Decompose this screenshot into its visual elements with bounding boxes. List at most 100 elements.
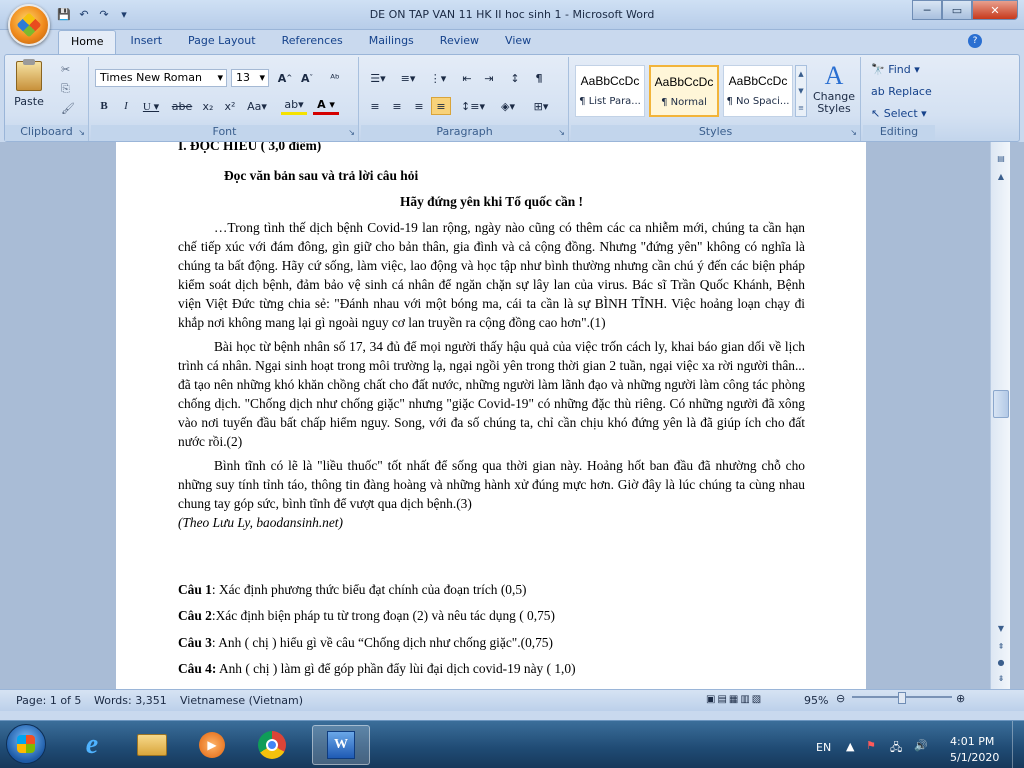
zoom-slider-thumb[interactable] <box>898 692 906 704</box>
dialog-launcher-icon[interactable]: ↘ <box>558 128 565 137</box>
italic-button[interactable]: I <box>117 97 135 115</box>
document-page[interactable]: I. ĐỌC HIỂU ( 3,0 điểm) Đọc văn bản sau … <box>116 142 866 689</box>
show-hide-button[interactable]: ¶ <box>529 69 549 87</box>
chrome-icon[interactable] <box>246 725 298 765</box>
scroll-down-icon[interactable]: ▼ <box>993 620 1009 636</box>
align-center-button[interactable]: ≡ <box>387 97 407 115</box>
dialog-launcher-icon[interactable]: ↘ <box>78 128 85 137</box>
find-button[interactable]: 🔭 Find ▾ <box>871 63 920 76</box>
dialog-launcher-icon[interactable]: ↘ <box>348 128 355 137</box>
change-case-button[interactable]: Aa▾ <box>245 97 269 115</box>
passage-title: Hãy đứng yên khi Tổ quốc cần ! <box>399 194 584 209</box>
zoom-level[interactable]: 95% <box>804 694 828 707</box>
word-taskbar-icon[interactable]: W <box>312 725 370 765</box>
style-name: ¶ No Spaci... <box>726 96 790 107</box>
font-color-button[interactable]: A ▾ <box>313 97 339 115</box>
style-list-paragraph[interactable]: AaBbCcDc ¶ List Para... <box>575 65 645 117</box>
clock-time[interactable]: 4:01 PM <box>950 735 994 748</box>
replace-label: Replace <box>888 85 932 98</box>
font-family-select[interactable]: Times New Roman ▾ <box>95 69 227 87</box>
sort-button[interactable]: ↕ <box>505 69 525 87</box>
media-player-icon[interactable]: ▶ <box>186 725 238 765</box>
style-normal[interactable]: AaBbCcDc ¶ Normal <box>649 65 719 117</box>
increase-indent-button[interactable]: ⇥ <box>479 69 499 87</box>
language-indicator[interactable]: Vietnamese (Vietnam) <box>180 694 303 707</box>
paragraph-1: …Trong tình thế dịch bệnh Covid-19 lan r… <box>178 220 805 330</box>
close-button[interactable]: ✕ <box>972 0 1018 20</box>
bold-button[interactable]: B <box>95 97 113 115</box>
title-bar: 💾 ↶ ↷ ▾ DE ON TAP VAN 11 HK II hoc sinh … <box>0 0 1024 30</box>
previous-page-icon[interactable]: ⇞ <box>993 638 1009 654</box>
page-indicator[interactable]: Page: 1 of 5 <box>16 694 81 707</box>
show-desktop-button[interactable] <box>1012 721 1024 768</box>
tab-page-layout[interactable]: Page Layout <box>176 30 268 54</box>
dialog-launcher-icon[interactable]: ↘ <box>850 128 857 137</box>
view-ruler-icon[interactable]: ▤ <box>993 150 1009 166</box>
tab-mailings[interactable]: Mailings <box>357 30 426 54</box>
strikethrough-button[interactable]: abe <box>169 97 195 115</box>
action-center-icon[interactable]: ⚑ <box>866 739 876 752</box>
maximize-button[interactable]: ▭ <box>942 0 972 20</box>
tab-insert[interactable]: Insert <box>118 30 174 54</box>
view-buttons[interactable]: ▣▤▦▥▧ <box>706 694 763 705</box>
editing-group-label: Editing <box>879 125 919 138</box>
tab-view[interactable]: View <box>493 30 543 54</box>
volume-icon[interactable]: 🔊 <box>914 739 928 752</box>
highlight-button[interactable]: ab▾ <box>281 97 307 115</box>
font-size-select[interactable]: 13 ▾ <box>231 69 269 87</box>
scroll-thumb[interactable] <box>993 390 1009 418</box>
paste-button[interactable]: Paste <box>11 59 47 108</box>
show-hidden-icons-icon[interactable]: ▲ <box>846 740 854 753</box>
tab-home[interactable]: Home <box>58 30 117 54</box>
next-page-icon[interactable]: ⇟ <box>993 670 1009 686</box>
paste-label: Paste <box>14 95 44 108</box>
replace-button[interactable]: ab Replace <box>871 85 932 98</box>
browse-object-icon[interactable]: ● <box>993 654 1009 670</box>
office-logo-icon <box>16 12 42 38</box>
network-icon[interactable]: 🖧 <box>890 739 902 758</box>
font-group: Times New Roman ▾ 13 ▾ A ^ Aˇ ᴬᵇ B I U ▾ ab… <box>91 57 359 141</box>
clipboard-icon <box>16 59 42 91</box>
tab-review[interactable]: Review <box>428 30 491 54</box>
subscript-button[interactable]: x₂ <box>199 97 217 115</box>
minimize-button[interactable]: ─ <box>912 0 942 20</box>
zoom-out-icon[interactable]: ⊖ <box>836 692 845 705</box>
justify-button[interactable]: ≡ <box>431 97 451 115</box>
decrease-indent-button[interactable]: ⇤ <box>457 69 477 87</box>
borders-button[interactable]: ⊞▾ <box>527 97 555 115</box>
change-styles-icon: A <box>824 61 844 90</box>
numbering-button[interactable]: ≡▾ <box>395 69 421 87</box>
multilevel-list-button[interactable]: ⋮▾ <box>425 69 451 87</box>
align-left-button[interactable]: ≡ <box>365 97 385 115</box>
file-explorer-icon[interactable] <box>126 725 178 765</box>
office-button[interactable] <box>8 4 50 46</box>
change-styles-button[interactable]: A Change Styles <box>811 61 857 115</box>
internet-explorer-icon[interactable]: e <box>66 725 118 765</box>
style-no-spacing[interactable]: AaBbCcDc ¶ No Spaci... <box>723 65 793 117</box>
question-label: Câu 3 <box>178 635 212 650</box>
input-language[interactable]: EN <box>816 741 831 754</box>
align-right-button[interactable]: ≡ <box>409 97 429 115</box>
styles-gallery-scroll[interactable]: ▲ ▼ ≡ <box>795 65 807 117</box>
grow-font-button[interactable]: A ^ <box>275 69 295 87</box>
zoom-in-icon[interactable]: ⊕ <box>956 692 965 705</box>
shrink-font-button[interactable]: Aˇ <box>297 69 317 87</box>
format-painter-icon[interactable]: 🖌 <box>61 102 75 115</box>
scroll-up-icon[interactable]: ▲ <box>993 168 1009 184</box>
clear-formatting-button[interactable]: ᴬᵇ <box>323 69 347 87</box>
clipboard-group: Paste ✂ ⎘ 🖌 Clipboard ↘ <box>5 57 89 141</box>
tab-references[interactable]: References <box>270 30 355 54</box>
underline-button[interactable]: U ▾ <box>139 97 163 115</box>
shading-button[interactable]: ◈▾ <box>493 97 523 115</box>
select-button[interactable]: ↖ Select ▾ <box>871 107 927 120</box>
start-button[interactable] <box>6 724 46 764</box>
help-icon[interactable]: ? <box>968 34 982 48</box>
bullets-button[interactable]: ☰▾ <box>365 69 391 87</box>
vertical-scrollbar[interactable]: ▤ ▲ ▼ ⇞ ● ⇟ <box>990 142 1010 689</box>
copy-icon[interactable]: ⎘ <box>61 82 75 96</box>
clock-date[interactable]: 5/1/2020 <box>950 751 999 764</box>
line-spacing-button[interactable]: ↕≡▾ <box>459 97 487 115</box>
superscript-button[interactable]: x² <box>221 97 239 115</box>
cut-icon[interactable]: ✂ <box>61 63 75 76</box>
word-count[interactable]: Words: 3,351 <box>94 694 167 707</box>
